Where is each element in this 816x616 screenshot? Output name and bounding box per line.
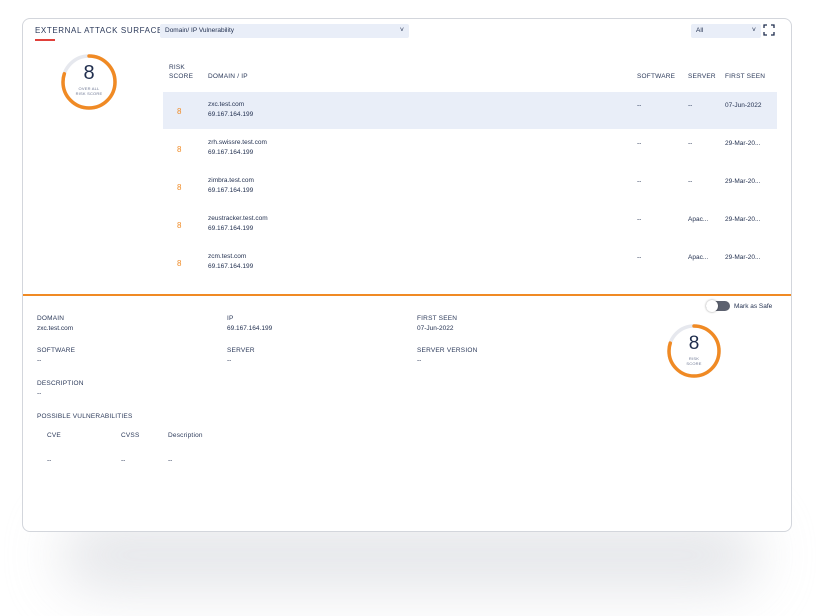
filter-scope-dropdown[interactable]: All ˅ [691,24,761,38]
overall-score-value: 8 [83,62,95,84]
detail-risk-gauge: 8 RISK SCORE [665,322,723,380]
table-row[interactable]: 8 zeustracker.test.com 69.167.164.199 --… [163,206,777,243]
vuln-row-cve: -- [47,457,52,464]
detail-description-value: -- [37,390,42,397]
toggle-knob [706,300,718,312]
col-header-risk-1: RISK [169,64,185,71]
overall-risk-gauge: 8 OVER ALL RISK SCORE [59,52,119,112]
row-server: -- [688,140,693,147]
vuln-row-cvss: -- [121,457,126,464]
row-server: -- [688,178,693,185]
col-header-software: SOFTWARE [637,73,676,80]
row-ip: 69.167.164.199 [208,187,254,194]
row-software: -- [637,216,642,223]
col-header-server: SERVER [688,73,716,80]
row-risk-score: 8 [177,259,182,268]
mark-safe-label: Mark as Safe [734,303,773,310]
detail-score-caption-2: SCORE [686,361,702,366]
table-row[interactable]: 8 zcm.test.com 69.167.164.199 -- Apac...… [163,244,777,281]
table-row[interactable]: 8 zxc.test.com 69.167.164.199 -- -- 07-J… [163,92,777,129]
section-divider [23,294,791,296]
vuln-col-description: Description [168,432,203,439]
chevron-down-icon: ˅ [399,27,404,34]
overall-score-caption-2: RISK SCORE [75,91,103,96]
vulnerabilities-label: POSSIBLE VULNERABILITIES [37,413,133,420]
row-domain: zrh.swissre.test.com [208,139,267,146]
filter-type-dropdown[interactable]: Domain/ IP Vulnerability ˅ [160,24,409,38]
vuln-col-cvss: CVSS [121,432,140,439]
row-software: -- [637,140,642,147]
detail-server-value: -- [227,357,232,364]
detail-ip-value: 69.167.164.199 [227,325,273,332]
attack-surface-card: EXTERNAL ATTACK SURFACE Domain/ IP Vulne… [22,18,792,532]
panel-title: EXTERNAL ATTACK SURFACE [35,26,163,35]
vuln-row-description: -- [168,457,173,464]
vuln-col-cve: CVE [47,432,61,439]
filter-type-value: Domain/ IP Vulnerability [165,27,235,34]
detail-server-version-value: -- [417,357,422,364]
row-software: -- [637,102,642,109]
chevron-down-icon: ˅ [751,27,756,34]
title-underline [35,39,55,41]
mark-safe-toggle[interactable] [706,300,730,312]
col-header-risk-2: SCORE [169,73,194,80]
detail-description-label: DESCRIPTION [37,380,84,387]
row-risk-score: 8 [177,145,182,154]
detail-server-label: SERVER [227,347,255,354]
row-first-seen: 29-Mar-20... [725,140,761,147]
row-risk-score: 8 [177,183,182,192]
col-header-domain: DOMAIN / IP [208,73,248,80]
row-first-seen: 07-Jun-2022 [725,102,762,109]
detail-server-version-label: SERVER VERSION [417,347,478,354]
row-server: Apac... [688,216,709,223]
row-software: -- [637,178,642,185]
table-row[interactable]: 8 zrh.swissre.test.com 69.167.164.199 --… [163,130,777,167]
detail-software-value: -- [37,357,42,364]
row-risk-score: 8 [177,107,182,116]
row-risk-score: 8 [177,221,182,230]
detail-domain-label: DOMAIN [37,315,65,322]
detail-domain-value: zxc.test.com [37,325,74,332]
filter-scope-value: All [696,27,704,34]
fullscreen-icon[interactable] [763,24,775,36]
row-domain: zxc.test.com [208,101,245,108]
row-domain: zcm.test.com [208,253,247,260]
row-software: -- [637,254,642,261]
row-server: Apac... [688,254,709,261]
row-first-seen: 29-Mar-20... [725,254,761,261]
detail-software-label: SOFTWARE [37,347,76,354]
row-domain: zimbra.test.com [208,177,254,184]
col-header-first-seen: FIRST SEEN [725,73,766,80]
row-server: -- [688,102,693,109]
row-ip: 69.167.164.199 [208,263,254,270]
row-first-seen: 29-Mar-20... [725,216,761,223]
detail-ip-label: IP [227,315,234,322]
row-ip: 69.167.164.199 [208,111,254,118]
table-row[interactable]: 8 zimbra.test.com 69.167.164.199 -- -- 2… [163,168,777,205]
row-ip: 69.167.164.199 [208,149,254,156]
row-ip: 69.167.164.199 [208,225,254,232]
toolbar: EXTERNAL ATTACK SURFACE Domain/ IP Vulne… [23,19,791,49]
detail-first-seen-value: 07-Jun-2022 [417,325,454,332]
detail-first-seen-label: FIRST SEEN [417,315,458,322]
detail-score-value: 8 [688,333,700,354]
row-domain: zeustracker.test.com [208,215,268,222]
row-first-seen: 29-Mar-20... [725,178,761,185]
